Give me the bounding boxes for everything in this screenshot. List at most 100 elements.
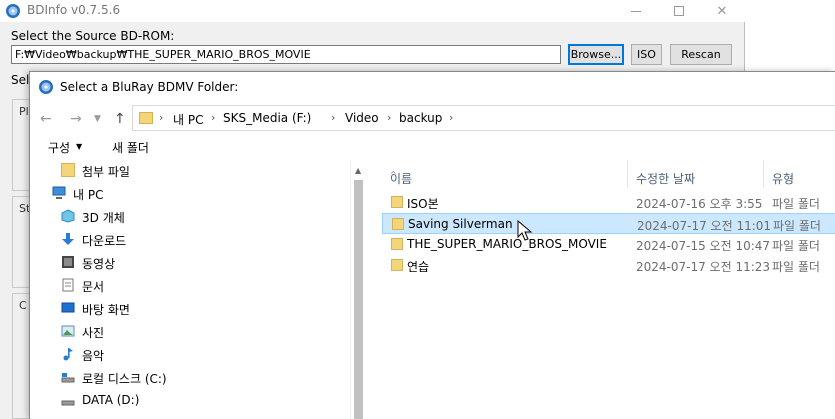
column-label: 이름 — [390, 172, 413, 186]
new-folder-button[interactable]: 새 폴더 — [112, 139, 149, 156]
maximize-icon — [674, 6, 684, 16]
minimize-button[interactable] — [613, 0, 659, 22]
tree-item-attachments[interactable]: 첨부 파일 — [30, 159, 350, 181]
tree-item-label: 3D 개체 — [82, 211, 125, 225]
source-path-input[interactable]: F:₩Video₩backup₩THE_SUPER_MARIO_BROS_MOV… — [11, 45, 561, 64]
chevron-down-icon[interactable]: ▼ — [94, 114, 101, 124]
chevron-right-icon: › — [331, 111, 336, 124]
document-icon — [62, 278, 74, 292]
file-type: 파일 폴더 — [772, 239, 820, 253]
tree-item-label: 다운로드 — [82, 234, 127, 248]
bluray-disc-icon — [39, 80, 53, 94]
3d-objects-icon — [61, 209, 75, 223]
navigation-bar: ← → ▼ ↑ › 내 PC › SKS_Media (F:) › Video … — [30, 102, 835, 134]
column-header-date[interactable]: 수정한 날짜 — [628, 160, 764, 188]
dialog-toolbar: 구성 ▼ 새 폴더 — [30, 134, 835, 160]
minimize-icon — [631, 10, 641, 12]
breadcrumb-item[interactable]: SKS_Media (F:) — [223, 111, 311, 125]
source-label: Select the Source BD-ROM: — [11, 29, 175, 43]
close-button[interactable]: ✕ — [699, 0, 745, 22]
file-date: 2024-07-16 오후 3:55 — [636, 197, 763, 211]
tree-scrollbar[interactable]: ▲ — [350, 160, 367, 419]
close-icon: ✕ — [716, 3, 728, 19]
drive-icon — [61, 373, 75, 383]
file-list: ^ 이름 수정한 날짜 유형 ISO본 2024-07-16 오후 3:55 파… — [382, 160, 835, 419]
tree-item-label: 첨부 파일 — [82, 165, 130, 179]
file-name: ISO본 — [407, 197, 439, 211]
mouse-cursor-icon — [517, 220, 533, 241]
tree-item-local-disk-c[interactable]: 로컬 디스크 (C:) — [30, 366, 350, 388]
forward-arrow-icon[interactable]: → — [70, 111, 82, 127]
rescan-button[interactable]: Rescan — [670, 44, 732, 65]
bluray-disc-icon — [6, 4, 20, 18]
file-name: THE_SUPER_MARIO_BROS_MOVIE — [407, 237, 607, 251]
music-icon — [63, 348, 73, 361]
scrollbar-thumb[interactable] — [354, 180, 363, 419]
drive-icon — [61, 400, 75, 406]
tree-item-label: 로컬 디스크 (C:) — [82, 372, 167, 386]
folder-icon — [391, 259, 403, 271]
file-type: 파일 폴더 — [772, 260, 820, 274]
dialog-title: Select a BluRay BDMV Folder: — [60, 80, 239, 94]
folder-icon — [61, 163, 75, 177]
column-label: 수정한 날짜 — [636, 172, 696, 186]
chevron-down-icon[interactable]: ▼ — [76, 142, 82, 151]
address-bar[interactable]: › 내 PC › SKS_Media (F:) › Video › backup… — [132, 105, 835, 131]
folder-dialog: Select a BluRay BDMV Folder: ← → ▼ ↑ › 내… — [29, 71, 835, 419]
file-date: 2024-07-17 오전 11:23 — [636, 260, 771, 274]
tree-item-label: 내 PC — [73, 188, 104, 202]
desktop-icon — [61, 302, 75, 313]
video-icon — [62, 256, 74, 268]
tree-item-label: 문서 — [82, 280, 105, 294]
breadcrumb-item[interactable]: backup — [399, 111, 442, 125]
main-titlebar: BDInfo v0.7.5.6 ✕ — [0, 0, 745, 22]
group-label: Pl — [19, 105, 29, 118]
file-type: 파일 폴더 — [772, 197, 820, 211]
computer-icon — [52, 186, 66, 199]
file-type: 파일 폴더 — [773, 219, 821, 233]
tree-item-videos[interactable]: 동영상 — [30, 251, 350, 273]
tree-item-label: 사진 — [82, 326, 105, 340]
file-date: 2024-07-15 오전 10:47 — [636, 239, 771, 253]
tree-item-downloads[interactable]: 다운로드 — [30, 228, 350, 250]
tree-item-label: 바탕 화면 — [82, 303, 130, 317]
scroll-up-icon[interactable]: ▲ — [355, 166, 361, 175]
folder-icon — [392, 218, 404, 230]
tree-item-my-pc[interactable]: 내 PC — [30, 182, 350, 204]
table-row[interactable]: Saving Silverman 2024-07-17 오전 11:01 파일 … — [382, 213, 835, 234]
chevron-right-icon: › — [211, 111, 216, 124]
folder-icon — [391, 196, 403, 208]
maximize-button[interactable] — [656, 0, 702, 22]
organize-button[interactable]: 구성 — [48, 139, 70, 156]
column-header-type[interactable]: 유형 — [764, 160, 835, 188]
chevron-right-icon: › — [387, 111, 392, 124]
selection-label: Sel — [11, 73, 30, 87]
up-arrow-icon[interactable]: ↑ — [114, 111, 126, 127]
browse-button[interactable]: Browse... — [568, 44, 624, 65]
breadcrumb-item[interactable]: Video — [345, 111, 379, 125]
tree-item-data-d[interactable]: DATA (D:) — [30, 389, 350, 411]
file-name: 연습 — [407, 260, 430, 274]
group-label: C — [19, 299, 27, 312]
tree-item-documents[interactable]: 문서 — [30, 274, 350, 296]
tree-item-pictures[interactable]: 사진 — [30, 320, 350, 342]
tree-item-3d-objects[interactable]: 3D 개체 — [30, 205, 350, 227]
breadcrumb-item[interactable]: 내 PC — [173, 111, 203, 128]
column-header-name[interactable]: ^ 이름 — [382, 160, 628, 188]
iso-button[interactable]: ISO — [631, 44, 662, 65]
table-row[interactable]: THE_SUPER_MARIO_BROS_MOVIE 2024-07-15 오전… — [382, 234, 835, 255]
chevron-right-icon: › — [449, 111, 454, 124]
back-arrow-icon[interactable]: ← — [40, 111, 52, 127]
folder-icon — [139, 112, 153, 124]
navigation-tree: 첨부 파일 내 PC 3D 개체 다운로드 동영상 문서 바탕 화면 사진 음악… — [30, 160, 368, 419]
main-window-title: BDInfo v0.7.5.6 — [27, 3, 121, 17]
table-row[interactable]: ISO본 2024-07-16 오후 3:55 파일 폴더 — [382, 192, 835, 213]
folder-icon — [391, 238, 403, 250]
table-row[interactable]: 연습 2024-07-17 오전 11:23 파일 폴더 — [382, 255, 835, 276]
tree-item-music[interactable]: 음악 — [30, 343, 350, 365]
tree-item-label: 동영상 — [82, 257, 116, 271]
file-name: Saving Silverman — [408, 217, 513, 231]
tree-item-desktop[interactable]: 바탕 화면 — [30, 297, 350, 319]
chevron-right-icon: › — [159, 111, 164, 124]
column-label: 유형 — [772, 172, 795, 186]
